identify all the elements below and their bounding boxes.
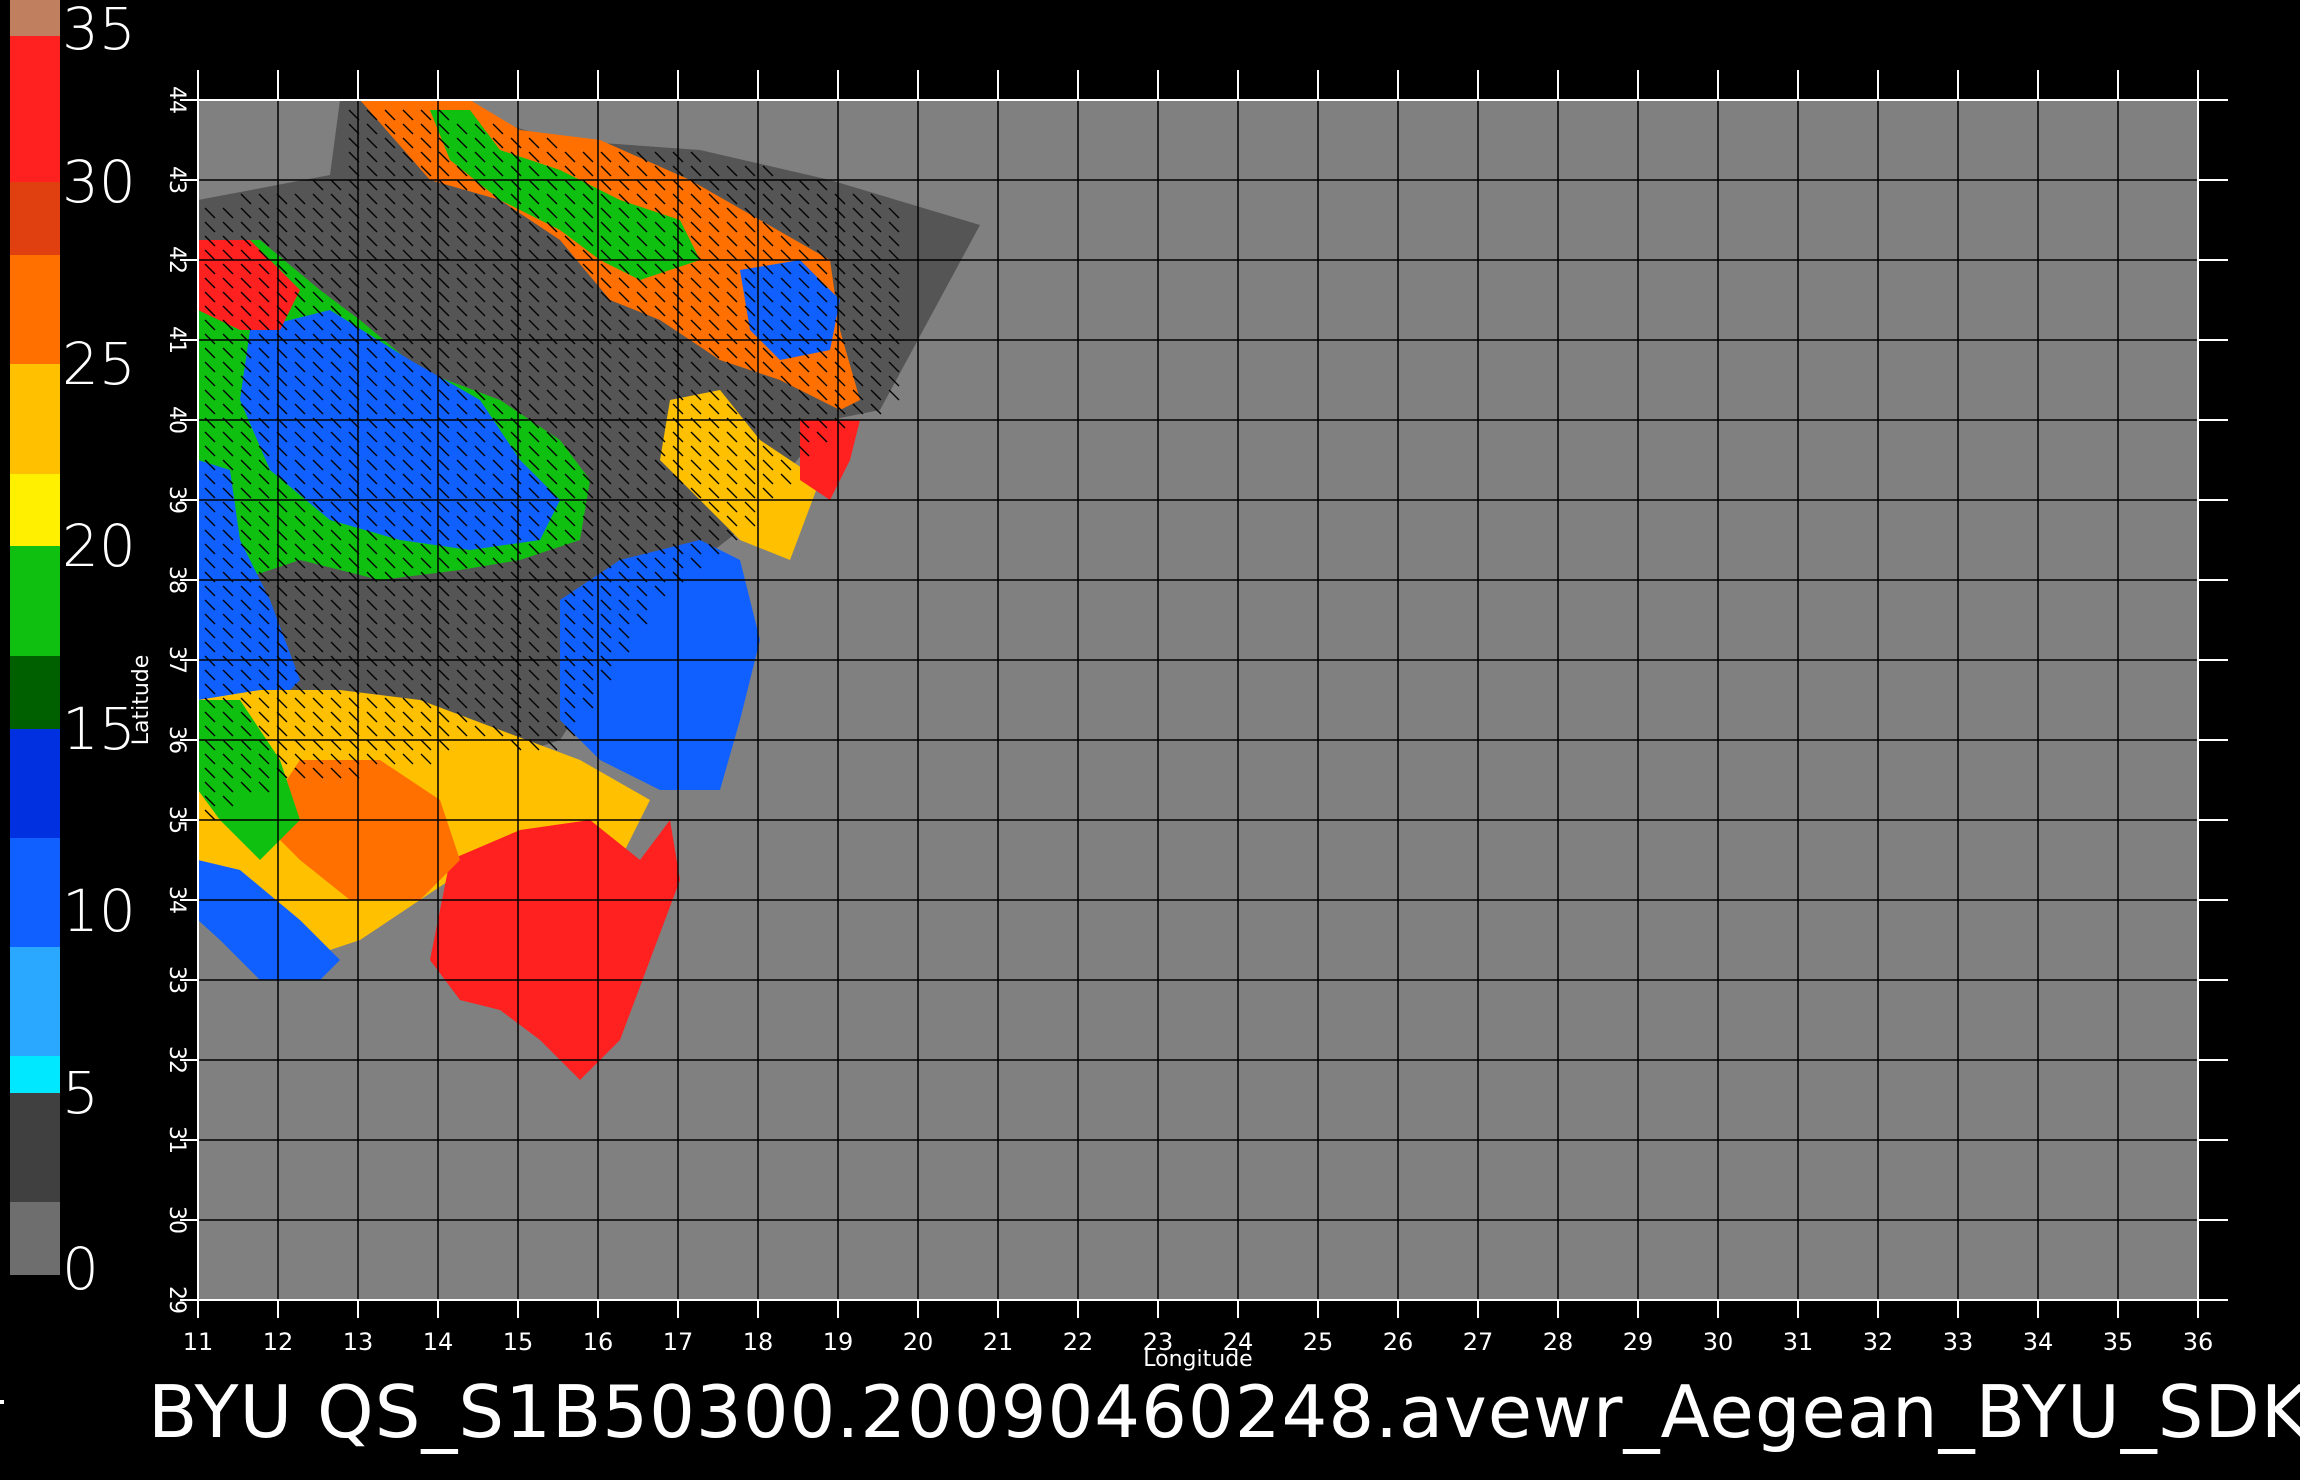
x-tick-label: 11 <box>183 1328 214 1356</box>
x-tick-label: 34 <box>2023 1328 2054 1356</box>
x-tick-label: 14 <box>423 1328 454 1356</box>
colorbar-segment <box>10 364 60 474</box>
y-tick-label: 36 <box>164 726 189 754</box>
y-tick-label: 42 <box>164 246 189 274</box>
y-tick-labels: 29 30 31 32 33 34 35 36 37 38 39 40 41 42 43 44 <box>164 86 189 1314</box>
colorbar-label: 10 <box>62 876 136 945</box>
x-tick-label: 27 <box>1463 1328 1494 1356</box>
colorbar-segment <box>10 473 60 547</box>
colorbar-label: 25 <box>62 330 136 399</box>
colorbar-segment <box>10 1202 60 1275</box>
x-tick-label: 19 <box>823 1328 854 1356</box>
x-tick-label: 30 <box>1703 1328 1734 1356</box>
x-tick-label: 26 <box>1383 1328 1414 1356</box>
y-tick-label: 33 <box>164 966 189 994</box>
x-tick-label: 29 <box>1623 1328 1654 1356</box>
x-tick-label: 20 <box>903 1328 934 1356</box>
y-tick-label: 44 <box>164 86 189 114</box>
colorbar-label: 0 <box>62 1235 99 1303</box>
y-tick-label: 31 <box>164 1126 189 1154</box>
colorbar-label: 35 <box>62 0 136 63</box>
x-tick-label: 36 <box>2183 1328 2214 1356</box>
y-tick-label: 37 <box>164 646 189 674</box>
y-tick-label: 38 <box>164 566 189 594</box>
x-tick-label: 13 <box>343 1328 374 1356</box>
colorbar-segment <box>10 655 60 729</box>
colorbar-segment <box>10 947 60 1057</box>
x-tick-label: 28 <box>1543 1328 1574 1356</box>
y-tick-label: 34 <box>164 886 189 914</box>
y-tick-label: 30 <box>164 1206 189 1234</box>
x-tick-label: 25 <box>1303 1328 1334 1356</box>
colorbar-segment <box>10 182 60 255</box>
x-tick-label: 12 <box>263 1328 294 1356</box>
x-tick-label: 17 <box>663 1328 694 1356</box>
y-tick-label: 29 <box>164 1286 189 1314</box>
y-tick-label: 39 <box>164 486 189 514</box>
x-tick-label: 16 <box>583 1328 614 1356</box>
x-tick-label: 32 <box>1863 1328 1894 1356</box>
x-tick-label: 15 <box>503 1328 534 1356</box>
colorbar-segment <box>10 728 60 838</box>
x-axis-label: Longitude <box>1143 1347 1252 1372</box>
x-tick-label: 22 <box>1063 1328 1094 1356</box>
x-tick-label: 35 <box>2103 1328 2134 1356</box>
y-tick-label: 40 <box>164 406 189 434</box>
colorbar-segment <box>10 546 60 656</box>
x-tick-label: 21 <box>983 1328 1014 1356</box>
colorbar-label: 20 <box>62 512 136 581</box>
colorbar-label: 5 <box>62 1058 99 1127</box>
colorbar-segment <box>10 255 60 365</box>
y-tick-label: 35 <box>164 806 189 834</box>
colorbar-label: 30 <box>62 148 136 217</box>
colorbar-segment <box>10 837 60 948</box>
x-tick-label: 31 <box>1783 1328 1814 1356</box>
edge-marker <box>0 1400 4 1404</box>
colorbar-segment <box>10 1092 60 1203</box>
colorbar-segment <box>10 36 60 183</box>
x-tick-label: 33 <box>1943 1328 1974 1356</box>
x-tick-label: 18 <box>743 1328 774 1356</box>
colorbar-label: 15 <box>62 694 136 763</box>
colorbar <box>10 0 60 1275</box>
y-tick-label: 41 <box>164 326 189 354</box>
colorbar-segment <box>10 1056 60 1093</box>
wind-map: 11 12 13 14 15 16 17 18 19 20 21 22 23 24 25 26 27 28 29 30… <box>129 70 2228 1372</box>
figure-title: BYU QS_S1B50300.20090460248.avewr_Aegean… <box>148 1370 2300 1454</box>
y-tick-label: 32 <box>164 1046 189 1074</box>
y-tick-label: 43 <box>164 166 189 194</box>
colorbar-segment <box>10 0 60 37</box>
